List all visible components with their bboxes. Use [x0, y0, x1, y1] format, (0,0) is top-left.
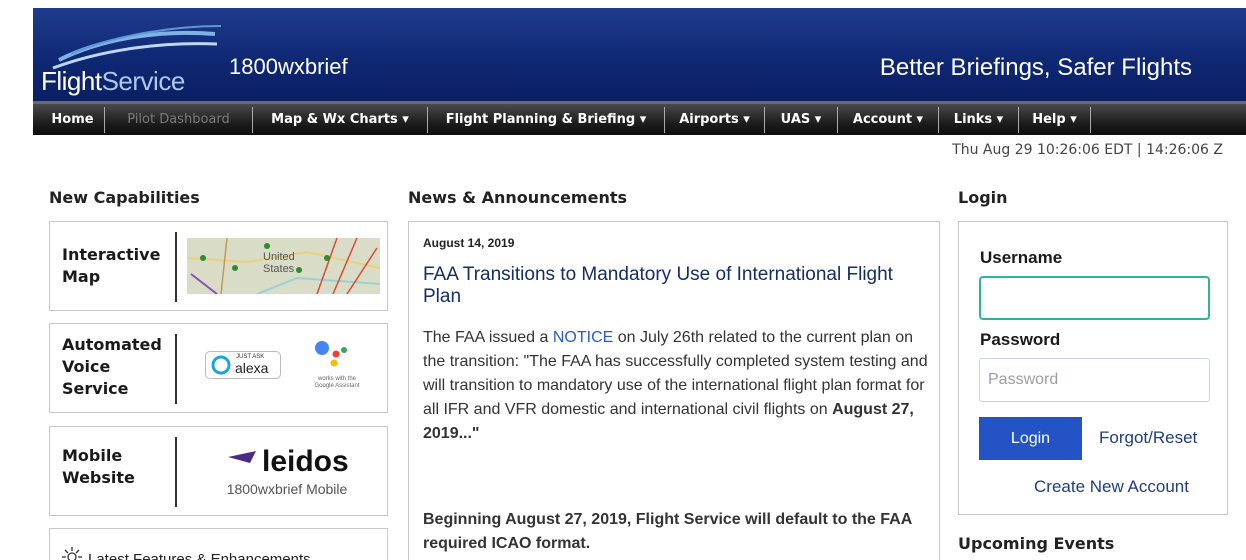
nav-account[interactable]: Account ▾: [838, 107, 939, 133]
alexa-text: alexa: [235, 360, 269, 376]
card-divider: [175, 437, 177, 507]
news-note: Beginning August 27, 2019, Flight Servic…: [423, 511, 912, 552]
tagline: Better Briefings, Safer Flights: [879, 54, 1192, 81]
nav-home[interactable]: Home: [41, 107, 105, 133]
interactive-map-label: Interactive Map: [62, 244, 160, 288]
capabilities-title: New Capabilities: [49, 188, 200, 207]
leidos-subtitle: 1800wxbrief Mobile: [226, 481, 348, 497]
nav-links[interactable]: Links ▾: [939, 107, 1019, 133]
mobile-website-card[interactable]: Mobile Website leidos 1800wxbrief Mobile: [49, 426, 388, 516]
card-label-line: Interactive: [62, 245, 161, 264]
create-account-link[interactable]: Create New Account: [1034, 477, 1189, 497]
flightservice-logo[interactable]: FlightService: [37, 22, 227, 96]
card-label-line: Map: [62, 267, 101, 286]
news-date: August 14, 2019: [423, 236, 515, 250]
login-title: Login: [958, 188, 1008, 207]
news-headline[interactable]: FAA Transitions to Mandatory Use of Inte…: [423, 264, 923, 308]
card-divider: [175, 232, 177, 302]
news-body: The FAA issued a NOTICE on July 26th rel…: [423, 326, 928, 446]
alexa-badge: JUST ASK alexa: [205, 351, 281, 379]
leidos-logo: leidos: [262, 445, 349, 478]
map-thumbnail-icon: United States: [187, 238, 380, 294]
nav-uas[interactable]: UAS ▾: [765, 107, 838, 133]
card-label-line: Voice: [62, 357, 111, 376]
card-label-line: Service: [62, 379, 129, 398]
nav-map-wx-charts[interactable]: Map & Wx Charts ▾: [253, 107, 428, 133]
username-field[interactable]: [979, 276, 1210, 320]
voice-service-label: Automated Voice Service: [62, 334, 162, 400]
main-nav: Home Pilot Dashboard Map & Wx Charts ▾ F…: [33, 101, 1246, 135]
latest-features-card[interactable]: Latest Features & Enhancements: [49, 528, 388, 560]
nav-airports[interactable]: Airports ▾: [665, 107, 765, 133]
password-field[interactable]: [979, 358, 1210, 402]
nav-pilot-dashboard: Pilot Dashboard: [105, 107, 253, 133]
news-title: News & Announcements: [408, 188, 627, 207]
news-body-text: The FAA issued a: [423, 329, 553, 346]
news-panel: August 14, 2019 FAA Transitions to Manda…: [408, 221, 940, 560]
sun-icon: [62, 547, 82, 560]
interactive-map-card[interactable]: Interactive Map United States: [49, 221, 388, 311]
mobile-website-label: Mobile Website: [62, 445, 135, 489]
google-assistant-caption: works with the Google Assistant: [308, 376, 366, 390]
google-assistant-badge: works with the Google Assistant: [300, 338, 372, 402]
site-id: 1800wxbrief: [229, 54, 348, 79]
card-divider: [175, 334, 177, 404]
logo-primary-text: Flight: [41, 66, 102, 96]
nav-help[interactable]: Help ▾: [1019, 107, 1091, 133]
site-header: FlightService 1800wxbrief Better Briefin…: [33, 8, 1246, 101]
google-assistant-icon: [315, 341, 347, 367]
logo-wordmark: FlightService: [41, 66, 185, 97]
logo-secondary-text: Service: [101, 66, 186, 96]
google-caption-line: Google Assistant: [314, 383, 360, 389]
nav-flight-planning[interactable]: Flight Planning & Briefing ▾: [428, 107, 665, 133]
current-time: Thu Aug 29 10:26:06 EDT | 14:26:06 Z: [952, 142, 1223, 158]
map-label-line2: States: [263, 263, 295, 275]
upcoming-events-title: Upcoming Events: [958, 534, 1115, 553]
leidos-arrow-icon: [228, 451, 256, 463]
forgot-reset-link[interactable]: Forgot/Reset: [1099, 428, 1197, 448]
card-label-line: Automated: [62, 335, 162, 354]
google-caption-line: works with the: [317, 376, 356, 382]
password-label: Password: [980, 330, 1061, 349]
voice-service-card[interactable]: Automated Voice Service JUST ASK alexa w…: [49, 323, 388, 413]
alexa-ring-icon: [211, 355, 231, 375]
card-label-line: Mobile: [62, 446, 123, 465]
card-label-line: Website: [62, 468, 135, 487]
latest-features-label: Latest Features & Enhancements: [88, 551, 311, 560]
login-button[interactable]: Login: [979, 417, 1082, 460]
map-label-line1: United: [263, 251, 295, 263]
username-label: Username: [980, 248, 1063, 267]
login-panel: Username Password Login Forgot/Reset Cre…: [958, 221, 1228, 515]
notice-link[interactable]: NOTICE: [553, 329, 613, 346]
